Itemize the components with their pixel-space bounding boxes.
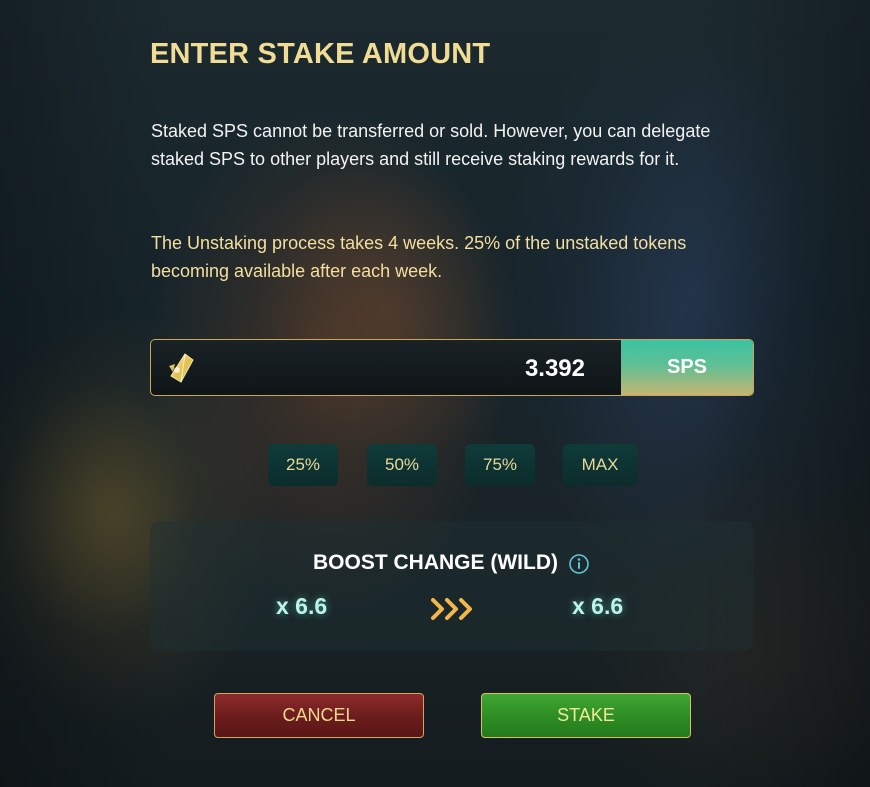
cancel-button[interactable]: CANCEL	[214, 693, 424, 738]
percent-50-button[interactable]: 50%	[367, 444, 437, 486]
max-button[interactable]: MAX	[563, 444, 637, 486]
sps-unit-label: SPS	[621, 340, 753, 395]
boost-current-value: x 6.6	[276, 593, 328, 619]
stake-amount-field[interactable]: 3.392 SPS	[150, 339, 754, 396]
boost-change-panel: BOOST CHANGE (WILD) x 6.6 x 6.6	[150, 521, 754, 651]
unstaking-note: The Unstaking process takes 4 weeks. 25%…	[151, 233, 687, 281]
percent-75-button[interactable]: 75%	[465, 444, 535, 486]
sps-token-icon	[169, 353, 194, 383]
stake-button[interactable]: STAKE	[481, 693, 691, 738]
info-icon[interactable]	[568, 553, 590, 575]
triple-chevron-right-icon	[431, 598, 472, 620]
modal-title: ENTER STAKE AMOUNT	[150, 38, 491, 70]
percent-25-button[interactable]: 25%	[268, 444, 338, 486]
boost-new-value: x 6.6	[572, 593, 624, 619]
stake-amount-value[interactable]: 3.392	[525, 340, 585, 395]
boost-change-title: BOOST CHANGE (WILD)	[313, 551, 558, 574]
staking-description: Staked SPS cannot be transferred or sold…	[151, 121, 711, 169]
